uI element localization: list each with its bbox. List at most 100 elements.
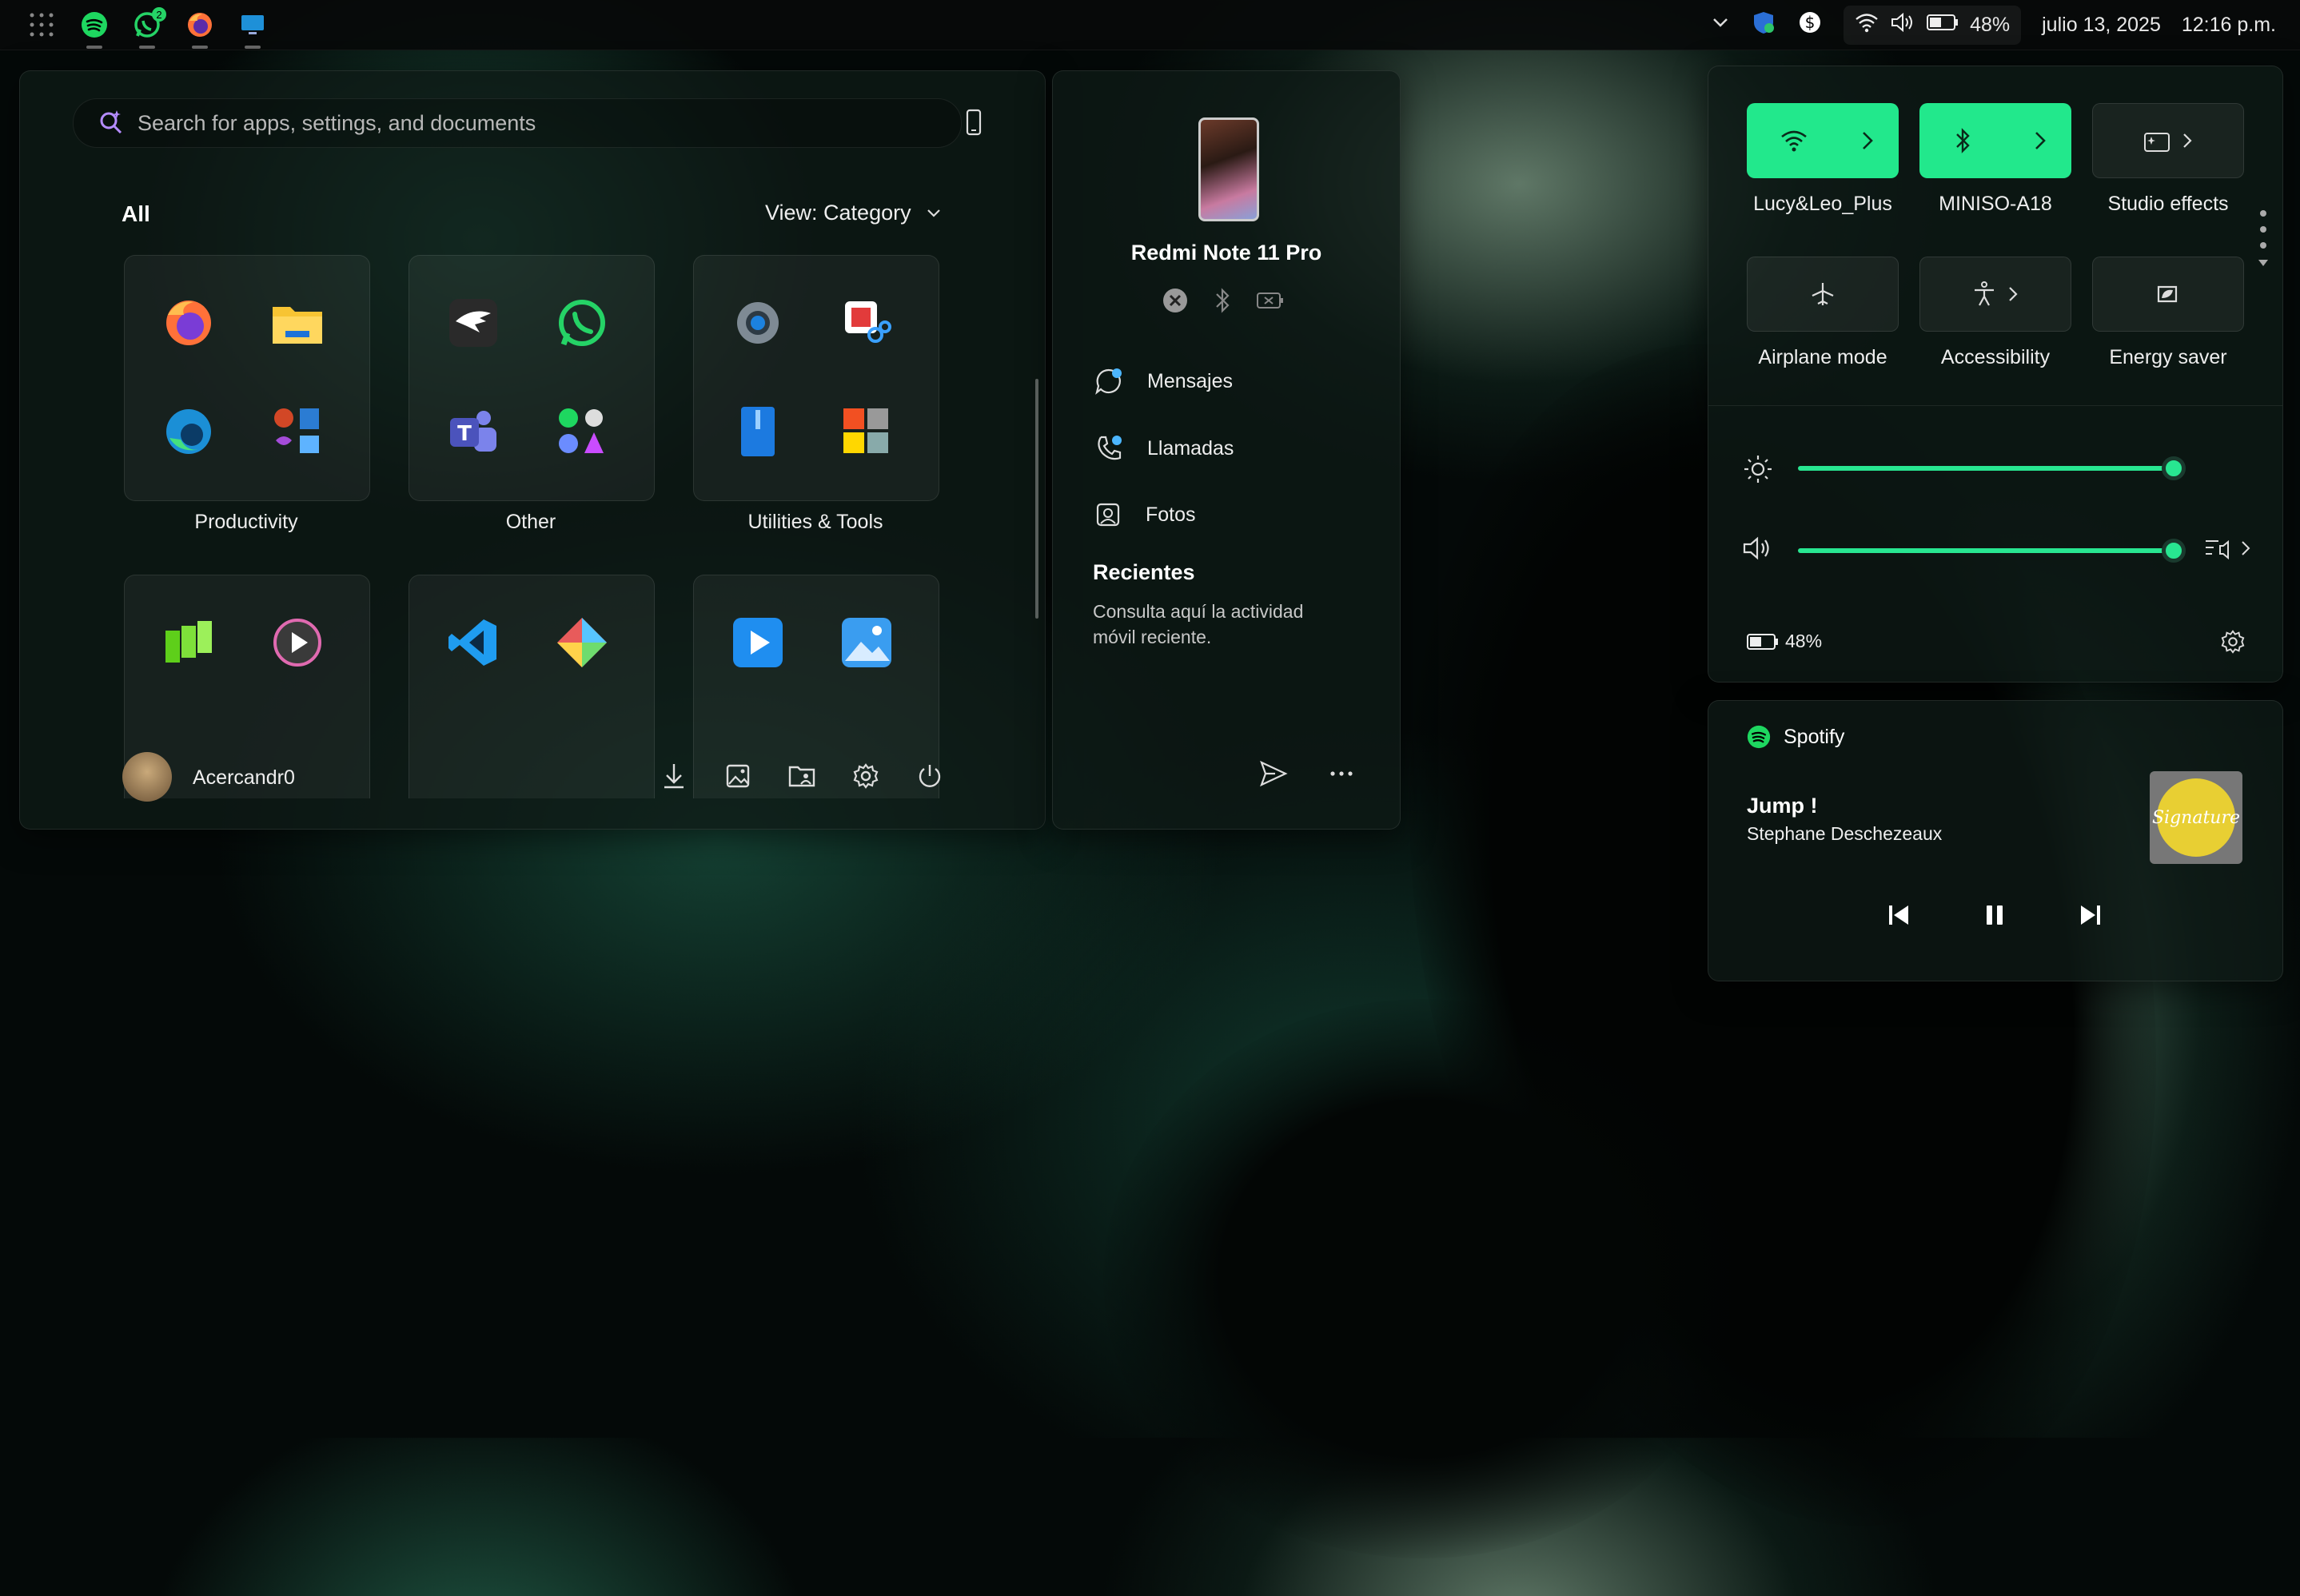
eagle-icon[interactable] <box>443 293 504 353</box>
disconnected-icon <box>1163 289 1187 312</box>
previous-track-icon[interactable] <box>1886 902 1911 932</box>
chevron-right-icon[interactable] <box>2033 130 2047 151</box>
running-indicator <box>245 46 261 49</box>
teams-icon[interactable]: T <box>443 401 504 462</box>
audio-output-button[interactable] <box>2204 535 2250 562</box>
airplane-mode-tile[interactable] <box>1747 257 1899 332</box>
folders-row-2 <box>20 575 1045 798</box>
date-label[interactable]: julio 13, 2025 <box>2042 14 2161 37</box>
folder-utilities-tools[interactable] <box>693 255 939 501</box>
personal-folder-icon[interactable] <box>779 754 824 798</box>
power-icon[interactable] <box>907 754 952 798</box>
firefox-icon[interactable] <box>182 7 217 49</box>
messages-icon <box>1095 368 1122 395</box>
media-player-icon[interactable] <box>267 612 328 673</box>
scrollbar-thumb[interactable] <box>1035 379 1038 619</box>
user-name[interactable]: Acercandr0 <box>193 766 295 790</box>
media-panel: Spotify Jump ! Stephane Deschezeaux Sign… <box>1708 700 2283 981</box>
phone-item-label: Llamadas <box>1147 436 1234 460</box>
chevron-right-icon[interactable] <box>1860 130 1875 151</box>
phone-link-icon[interactable] <box>962 108 986 141</box>
photos-icon[interactable] <box>836 612 897 673</box>
green-app-icon[interactable] <box>158 612 219 673</box>
accessibility-tile[interactable] <box>1919 257 2071 332</box>
security-shield-icon[interactable] <box>1751 10 1776 41</box>
misc-apps-icon[interactable] <box>552 401 612 462</box>
git-tool-icon[interactable] <box>552 612 612 673</box>
spotify-icon[interactable] <box>77 7 112 49</box>
folder-other[interactable]: T <box>409 255 655 501</box>
time-label[interactable]: 12:16 p.m. <box>2182 14 2276 37</box>
remote-desktop-icon[interactable] <box>235 7 270 49</box>
tile-label: Accessibility <box>1940 346 2051 368</box>
office-icon[interactable] <box>267 401 328 462</box>
wifi-icon <box>1781 130 1807 152</box>
media-source[interactable]: Spotify <box>1747 725 1844 749</box>
airplane-icon <box>1812 283 1834 305</box>
search-input[interactable] <box>136 109 907 137</box>
all-settings-icon[interactable] <box>2220 629 2246 659</box>
recent-heading: Recientes <box>1093 560 1195 584</box>
brightness-slider[interactable] <box>1798 466 2174 471</box>
chevron-right-icon[interactable] <box>2007 285 2019 303</box>
album-art: Signature <box>2150 771 2242 864</box>
settings-icon[interactable] <box>727 293 788 353</box>
chevron-down-icon[interactable] <box>1711 13 1730 38</box>
search-box[interactable] <box>73 98 962 148</box>
phone-item-calls[interactable]: Llamadas <box>1094 434 1234 463</box>
edge-icon[interactable] <box>158 401 219 462</box>
send-icon[interactable] <box>1259 760 1288 791</box>
more-options-icon[interactable] <box>1328 760 1355 791</box>
folder-5[interactable] <box>409 575 655 798</box>
tile-label: Lucy&Leo_Plus <box>1753 193 1892 215</box>
whatsapp-icon[interactable]: 2 <box>130 7 166 49</box>
recent-description: Consulta aquí la actividad móvil recient… <box>1093 599 1303 650</box>
quick-settings-panel: Lucy&Leo_Plus MINISO-A18 Studio effects … <box>1708 66 2283 683</box>
bluetooth-tile[interactable] <box>1919 103 2071 178</box>
file-explorer-icon[interactable] <box>267 293 328 353</box>
dollar-gear-icon[interactable]: $ <box>1797 10 1823 41</box>
taskbar: 2 $ 48% julio 13, 2025 12:16 p.m. <box>0 0 2300 50</box>
settings-gear-icon[interactable] <box>843 754 888 798</box>
system-tray: $ 48% julio 13, 2025 12:16 p.m. <box>1711 0 2276 50</box>
pause-icon[interactable] <box>1982 902 2007 932</box>
whatsapp-icon[interactable] <box>552 293 612 353</box>
view-category-dropdown[interactable]: View: Category <box>765 201 942 225</box>
chevron-down-icon[interactable] <box>2257 258 2270 268</box>
page-dot[interactable] <box>2260 242 2266 249</box>
zip-icon[interactable] <box>727 401 788 462</box>
store-calculator-icon[interactable] <box>836 401 897 462</box>
wifi-icon <box>1855 12 1879 38</box>
battery-status[interactable]: 48% <box>1747 631 1822 652</box>
network-volume-battery-group[interactable]: 48% <box>1844 5 2022 45</box>
brightness-slider-thumb[interactable] <box>2162 456 2186 480</box>
app-launcher-icon[interactable] <box>24 7 59 42</box>
tile-label: Studio effects <box>2107 193 2229 215</box>
energy-saver-tile[interactable] <box>2092 257 2244 332</box>
firefox-icon[interactable] <box>158 293 219 353</box>
snipping-tool-icon[interactable] <box>836 293 897 353</box>
next-track-icon[interactable] <box>2078 902 2103 932</box>
vscode-icon[interactable] <box>443 612 504 673</box>
media-app-name: Spotify <box>1784 725 1845 748</box>
chevron-right-icon[interactable] <box>2182 132 2193 149</box>
video-player-icon[interactable] <box>727 612 788 673</box>
wifi-tile[interactable] <box>1747 103 1899 178</box>
page-dot[interactable] <box>2260 226 2266 233</box>
pictures-icon[interactable] <box>716 754 760 798</box>
folder-productivity[interactable] <box>124 255 370 501</box>
page-dot[interactable] <box>2260 210 2266 217</box>
page-indicator[interactable] <box>2257 210 2270 268</box>
svg-text:$: $ <box>1805 13 1816 32</box>
phone-item-messages[interactable]: Mensajes <box>1094 367 1233 396</box>
avatar[interactable] <box>122 752 172 802</box>
volume-slider-thumb[interactable] <box>2162 539 2186 563</box>
view-dropdown-label: View: Category <box>765 201 911 225</box>
device-name: Redmi Note 11 Pro <box>1130 241 1322 265</box>
volume-icon[interactable] <box>1742 535 1774 566</box>
downloads-icon[interactable] <box>652 754 696 798</box>
phone-item-photos[interactable]: Fotos <box>1094 501 1196 528</box>
phone-link-panel: Redmi Note 11 Pro Mensajes Llamadas Foto… <box>1052 70 1401 830</box>
volume-slider[interactable] <box>1798 548 2174 553</box>
studio-effects-tile[interactable] <box>2092 103 2244 178</box>
